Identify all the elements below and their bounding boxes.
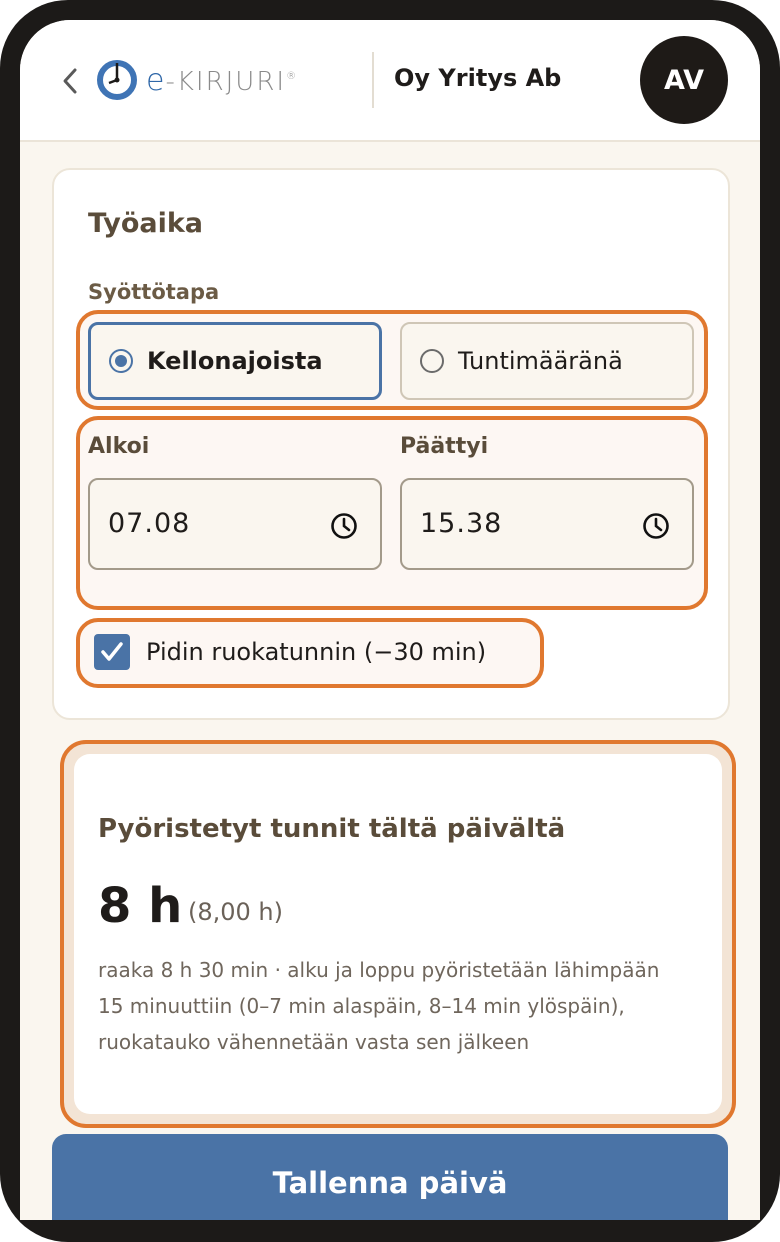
clock-icon[interactable] <box>642 512 670 540</box>
work-time-card: Työaika Syöttötapa Kellonajoista Tuntimä… <box>52 168 730 720</box>
end-time-value: 15.38 <box>420 508 503 539</box>
device-frame: e-KIRJURI® Oy Yritys Ab AV Työaika Syött… <box>0 0 780 1242</box>
company-name: Oy Yritys Ab <box>394 64 562 92</box>
work-time-title: Työaika <box>88 208 204 239</box>
input-mode-label: Syöttötapa <box>88 280 220 304</box>
rounded-hours-summary: Pyöristetyt tunnit tältä päivältä 8 h (8… <box>60 740 736 1128</box>
lunch-checkbox[interactable] <box>94 634 130 670</box>
end-time-input[interactable]: 15.38 <box>400 478 694 570</box>
summary-card: Pyöristetyt tunnit tältä päivältä 8 h (8… <box>74 754 722 1114</box>
e-kirjuri-logo[interactable]: e-KIRJURI® <box>96 58 297 102</box>
radio-unselected-icon <box>420 349 444 373</box>
app-screen: e-KIRJURI® Oy Yritys Ab AV Työaika Syött… <box>20 20 760 1220</box>
rounding-explanation: raaka 8 h 30 min · alku ja loppu pyörist… <box>98 958 660 1054</box>
registered-mark: ® <box>286 70 298 82</box>
checkmark-icon <box>101 642 123 661</box>
start-time-value: 07.08 <box>108 508 191 539</box>
radio-clock-times[interactable]: Kellonajoista <box>88 322 382 400</box>
logo-rest: -KIRJURI <box>165 66 287 97</box>
clock-logo-icon <box>97 60 137 100</box>
start-time-label: Alkoi <box>88 434 150 459</box>
radio-clock-times-label: Kellonajoista <box>147 347 323 375</box>
radio-hour-amount-label: Tuntimääränä <box>458 347 623 375</box>
decimal-hours-value: (8,00 h) <box>188 898 284 926</box>
radio-selected-icon <box>109 349 133 373</box>
header-divider <box>372 52 374 108</box>
lunch-checkbox-label: Pidin ruokatunnin (−30 min) <box>146 638 487 666</box>
summary-title: Pyöristetyt tunnit tältä päivältä <box>98 814 566 844</box>
chevron-left-icon[interactable] <box>58 64 82 98</box>
start-time-input[interactable]: 07.08 <box>88 478 382 570</box>
lunch-checkbox-row[interactable]: Pidin ruokatunnin (−30 min) <box>94 632 486 672</box>
rounded-hours-value: 8 h <box>98 878 183 934</box>
avatar[interactable]: AV <box>640 36 728 124</box>
logo-prefix: e <box>146 62 166 98</box>
radio-hour-amount[interactable]: Tuntimääränä <box>400 322 694 400</box>
logo-text: e-KIRJURI® <box>146 63 297 98</box>
clock-icon[interactable] <box>330 512 358 540</box>
app-header: e-KIRJURI® Oy Yritys Ab AV <box>20 20 760 142</box>
save-day-button[interactable]: Tallenna päivä <box>52 1134 728 1220</box>
end-time-label: Päättyi <box>400 434 489 459</box>
